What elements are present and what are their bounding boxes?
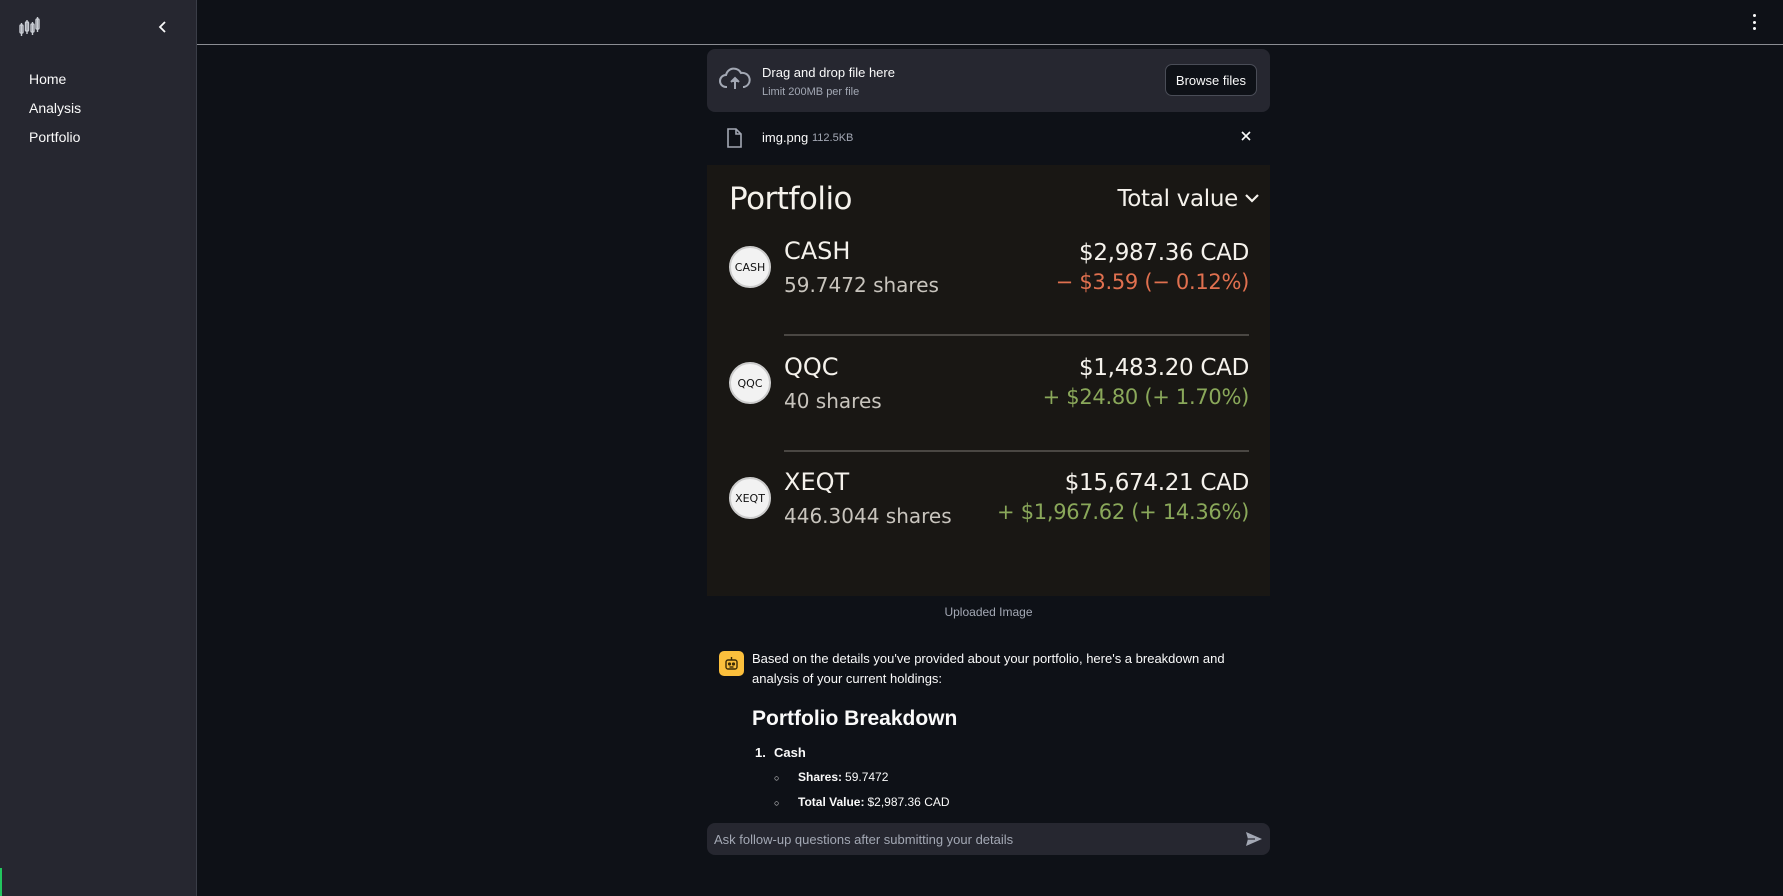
candlestick-logo-icon [18, 16, 40, 38]
image-caption: Uploaded Image [944, 605, 1033, 619]
list-item-number: 1. [755, 745, 766, 760]
list-detail: ○ Total Value: $2,987.36 CAD [774, 792, 1262, 813]
uploader-limit: Limit 200MB per file [762, 86, 860, 98]
file-size: 112.5KB [812, 132, 854, 144]
main-menu-kebab-icon[interactable] [1751, 14, 1757, 30]
app-header [197, 0, 1783, 45]
list-detail-value: 59.7472 [845, 770, 889, 784]
holding-shares: 446.3044 shares [784, 504, 952, 528]
holding-badge: XEQT [729, 477, 771, 519]
holding-change: − $3.59 (− 0.12%) [1055, 270, 1250, 294]
holding-divider [784, 450, 1249, 452]
collapse-sidebar-button[interactable] [154, 18, 172, 36]
holding-value: $2,987.36 CAD [1079, 240, 1249, 266]
holding-symbol: XEQT [784, 468, 850, 496]
list-detail: ○ Shares: 59.7472 [774, 767, 1262, 788]
browse-files-button[interactable]: Browse files [1164, 64, 1257, 96]
assistant-intro-text: Based on the details you've provided abo… [752, 651, 1225, 686]
sidebar-nav: Home Analysis Portfolio [17, 64, 187, 151]
remove-file-button[interactable] [1238, 128, 1254, 144]
holding-value: $15,674.21 CAD [1064, 470, 1250, 496]
send-icon [1246, 832, 1262, 846]
portfolio-sort-label: Total value [1117, 186, 1238, 212]
holding-divider [784, 334, 1249, 336]
chat-input-container [707, 823, 1270, 855]
list-item-title: Cash [774, 745, 806, 760]
holding-row: CASH CASH 59.7472 shares $2,987.36 CAD −… [707, 225, 1270, 325]
portfolio-image-title: Portfolio [729, 181, 853, 217]
holding-shares: 40 shares [784, 389, 882, 413]
holding-symbol: CASH [784, 237, 851, 265]
holding-badge: CASH [729, 246, 771, 288]
cloud-upload-icon [719, 65, 751, 95]
sidebar-accent-bar [0, 868, 2, 896]
close-icon [1241, 131, 1251, 141]
sidebar-item-analysis[interactable]: Analysis [17, 93, 187, 122]
holding-change: + $24.80 (+ 1.70%) [1042, 385, 1250, 409]
holding-change: + $1,967.62 (+ 14.36%) [997, 500, 1249, 524]
sidebar-item-portfolio[interactable]: Portfolio [17, 122, 187, 151]
file-icon [726, 128, 742, 148]
send-button[interactable] [1245, 831, 1263, 847]
holding-symbol: QQC [784, 353, 839, 381]
holding-shares: 59.7472 shares [784, 273, 939, 297]
main-content: Drag and drop file here Limit 200MB per … [707, 49, 1270, 835]
assistant-message: Based on the details you've provided abo… [707, 645, 1270, 835]
sidebar: Home Analysis Portfolio [0, 0, 197, 896]
uploaded-portfolio-image: Portfolio Total value CASH CASH 59.7472 … [707, 165, 1270, 596]
chevron-left-icon [158, 21, 166, 33]
sidebar-item-home[interactable]: Home [17, 64, 187, 93]
uploaded-file-row: img.png 112.5KB [707, 112, 1270, 162]
file-uploader-dropzone[interactable]: Drag and drop file here Limit 200MB per … [707, 49, 1270, 112]
list-detail-label: Total Value: [798, 795, 865, 809]
assistant-message-body: Based on the details you've provided abo… [752, 649, 1262, 813]
uploader-title: Drag and drop file here [762, 65, 895, 80]
holding-row: XEQT XEQT 446.3044 shares $15,674.21 CAD… [707, 455, 1270, 555]
chat-input[interactable] [707, 823, 1227, 855]
assistant-heading: Portfolio Breakdown [752, 707, 958, 730]
list-item: 1. Cash [752, 743, 1262, 763]
holding-row: QQC QQC 40 shares $1,483.20 CAD + $24.80… [707, 340, 1270, 440]
bot-avatar-icon [719, 651, 744, 676]
holding-badge: QQC [729, 362, 771, 404]
file-name: img.png [762, 130, 809, 145]
holding-value: $1,483.20 CAD [1079, 355, 1249, 381]
list-detail-value: $2,987.36 CAD [867, 795, 950, 809]
list-detail-label: Shares: [798, 770, 843, 784]
chevron-down-icon [1244, 191, 1260, 205]
